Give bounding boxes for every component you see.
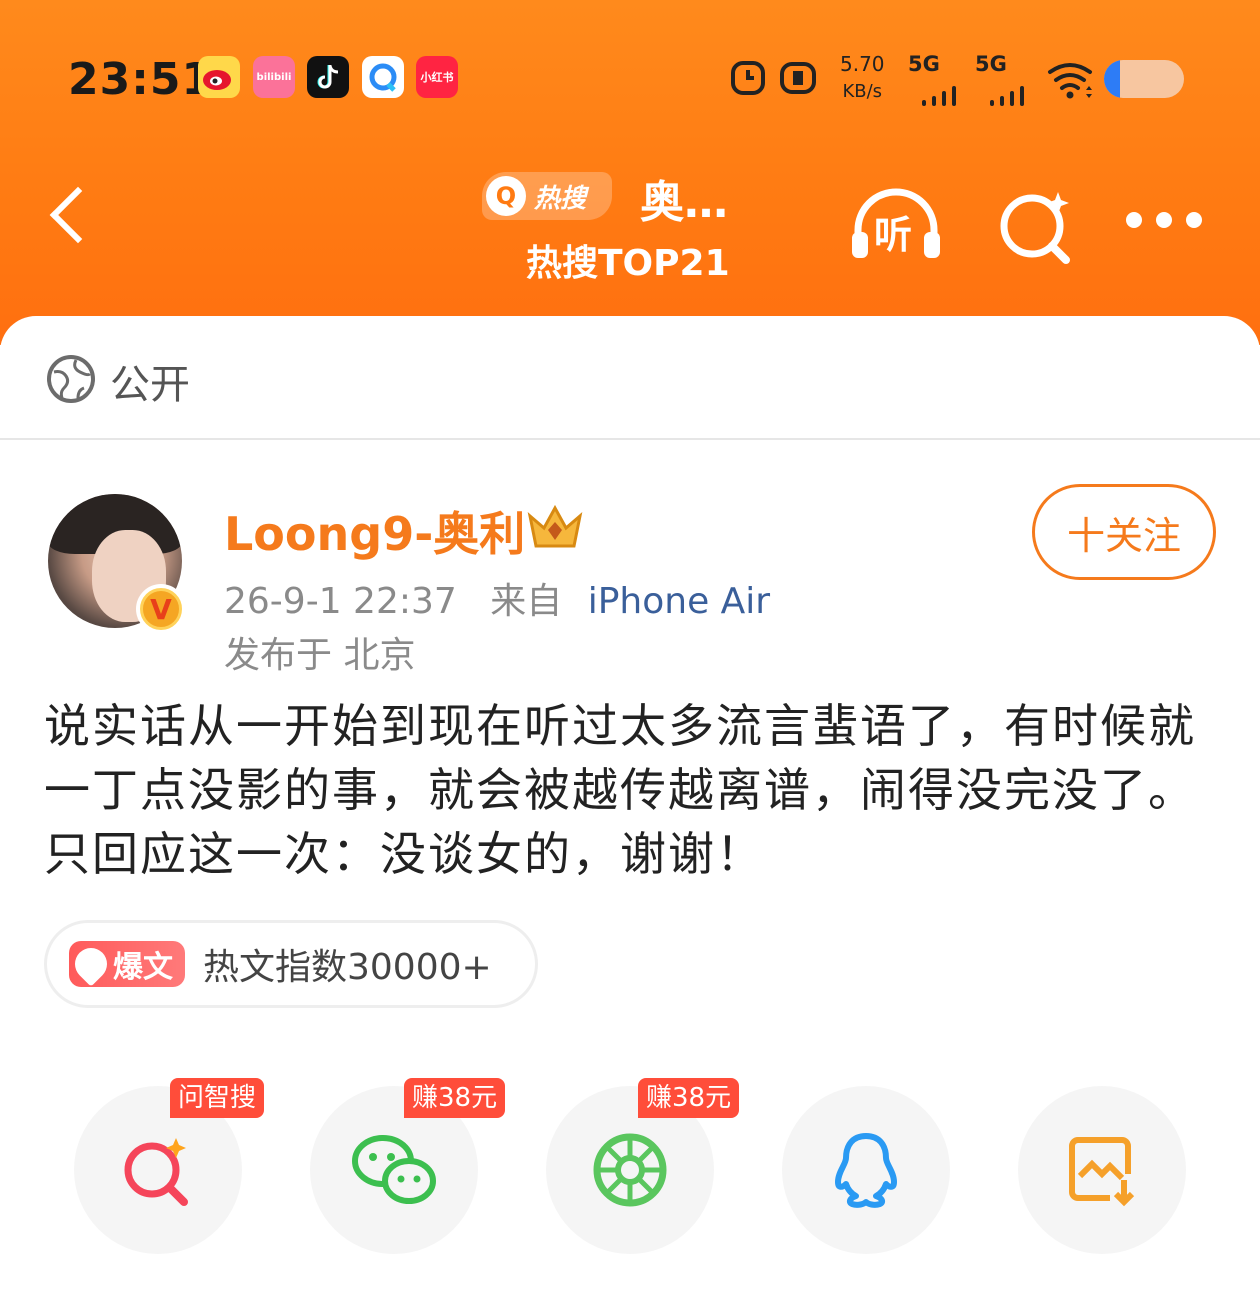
qq-icon [835, 1133, 897, 1208]
visibility-label: 公开 [110, 362, 190, 408]
device-link[interactable]: iPhone Air [588, 581, 770, 622]
ai-search-icon [124, 1138, 188, 1206]
qq-browser-icon [362, 56, 404, 98]
save-image-icon [1069, 1137, 1135, 1207]
viral-tag: 爆文 [68, 941, 185, 987]
flame-icon [68, 941, 114, 987]
net-speed-unit: KB/s [842, 81, 883, 102]
nav-bar: Q 热搜 奥… 热搜TOP21 听 [0, 160, 1260, 290]
vibrate-icon [778, 58, 818, 102]
hot-index-pill[interactable]: 爆文 热文指数30000+ [44, 920, 538, 1008]
xiaohongshu-icon: 小红书 [416, 56, 458, 98]
share-qq-button[interactable] [782, 1086, 950, 1254]
viral-tag-label: 爆文 [113, 950, 173, 985]
sim1-signal-icon [922, 86, 956, 106]
listen-icon-label: 听 [874, 213, 913, 257]
follow-button[interactable]: 十关注 [1032, 484, 1216, 580]
ai-search-icon [1000, 192, 1070, 264]
status-bar: 23:51 bilibili 小红书 5.70 KB/s 5G 5G [0, 40, 1260, 120]
hot-search-icon: Q [486, 176, 526, 216]
listen-button[interactable]: 听 [848, 186, 944, 264]
top-header: 23:51 bilibili 小红书 5.70 KB/s 5G 5G Q 热搜 … [0, 0, 1260, 345]
nav-title: 奥… [640, 177, 728, 228]
wifi-icon [1046, 60, 1096, 106]
weibo-icon [198, 56, 240, 98]
xiaohongshu-label: 小红书 [420, 71, 454, 84]
author-name[interactable]: Loong9-奥利 [224, 498, 525, 564]
share-row: 问智搜 赚38元 赚38元 [0, 1078, 1260, 1266]
post-card: 公开 V Loong9-奥利 十关注 26-9-1 22:37 来自 iPhon… [0, 316, 1260, 1292]
hot-search-badge[interactable]: Q 热搜 [482, 172, 612, 220]
sim1-network: 5G [908, 52, 940, 76]
back-button[interactable] [49, 186, 107, 244]
more-options-button[interactable] [1126, 212, 1202, 228]
post-date: 26-9-1 22:37 [224, 581, 457, 622]
battery-indicator [1104, 60, 1184, 98]
globe-icon [46, 354, 96, 404]
hot-search-label: 热搜 [534, 183, 587, 214]
share-tag-moments: 赚38元 [638, 1078, 740, 1118]
from-label: 来自 [490, 581, 563, 622]
tiktok-icon [307, 56, 349, 98]
net-speed-value: 5.70 [840, 52, 885, 76]
crown-icon [524, 502, 586, 554]
bilibili-label: bilibili [256, 71, 292, 83]
status-time: 23:51 [68, 54, 214, 105]
hot-rank-label[interactable]: 热搜TOP21 [526, 234, 730, 286]
sim2-signal-icon [990, 86, 1024, 106]
hot-index-label: 热文指数30000+ [203, 947, 492, 988]
ai-search-button[interactable] [996, 186, 1076, 266]
bilibili-icon: bilibili [253, 56, 295, 98]
alarm-icon [730, 58, 766, 102]
share-tag-wechat: 赚38元 [404, 1078, 506, 1118]
wechat-icon [352, 1135, 436, 1204]
sim2-network: 5G [975, 52, 1007, 76]
net-speed: 5.70 KB/s [840, 50, 885, 106]
post-text: 说实话从一开始到现在听过太多流言蜚语了，有时候就一丁点没影的事，就会被越传越离谱… [44, 699, 1196, 881]
post-location: 发布于 北京 [224, 635, 416, 676]
post-meta: 26-9-1 22:37 来自 iPhone Air [224, 572, 770, 624]
battery-fill [1104, 60, 1120, 98]
visibility-row: 公开 [0, 316, 1260, 440]
verified-badge-icon: V [136, 584, 186, 634]
save-image-button[interactable] [1018, 1086, 1186, 1254]
share-tag-ai-search: 问智搜 [170, 1078, 265, 1118]
moments-icon [593, 1133, 667, 1207]
